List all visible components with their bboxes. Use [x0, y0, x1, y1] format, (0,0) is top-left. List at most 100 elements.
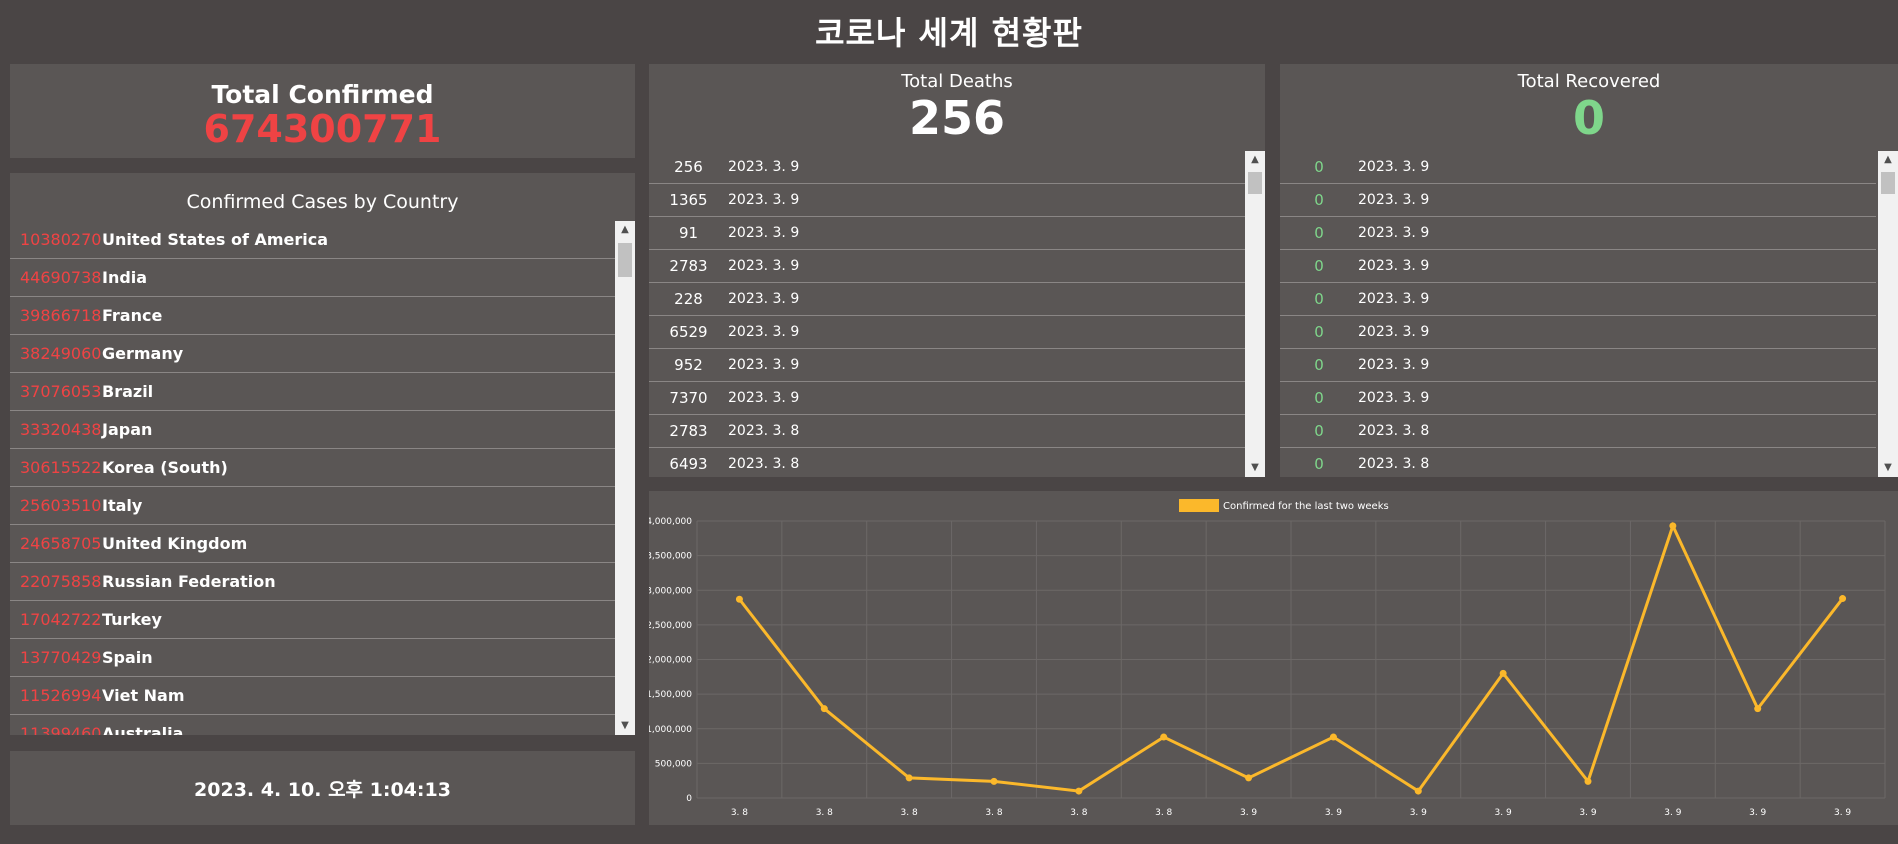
- country-name: Russian Federation: [102, 572, 276, 591]
- confirmed-line-chart: 0 500,000 1,000,000 1,500,000 2,000,000 2,500…: [649, 499, 1886, 818]
- deaths-value: 91: [678, 224, 699, 242]
- recovered-date: 2023. 3. 9: [1358, 324, 1430, 340]
- datetime-panel: 2023. 4. 10. 오후 1:04:13: [10, 751, 635, 825]
- legend-label: Confirmed for the last two weeks: [1223, 501, 1389, 512]
- recovered-row: 0 2023. 3. 9: [1280, 283, 1876, 316]
- x-tick-label: 3. 9: [1325, 808, 1342, 818]
- total-confirmed-panel: Total Confirmed 674300771: [10, 64, 635, 158]
- scroll-down-icon[interactable]: ▼: [1245, 459, 1265, 477]
- x-tick-label: 3. 9: [1664, 808, 1681, 818]
- recovered-list-scrollbar[interactable]: ▲ ▼: [1878, 151, 1898, 477]
- scroll-thumb[interactable]: [1881, 172, 1895, 194]
- x-tick-label: 3. 9: [1834, 808, 1851, 818]
- country-name: Spain: [102, 648, 153, 667]
- deaths-row: 952 2023. 3. 9: [649, 349, 1245, 382]
- data-point: [1075, 787, 1083, 795]
- y-tick-label: 1,500,000: [649, 690, 692, 700]
- scroll-up-icon[interactable]: ▲: [1878, 151, 1898, 169]
- deaths-row: 2783 2023. 3. 9: [649, 250, 1245, 283]
- country-row: 44690738 India: [10, 259, 615, 297]
- recovered-value: 0: [1314, 356, 1324, 374]
- recovered-row: 0 2023. 3. 9: [1280, 250, 1876, 283]
- recovered-row: 0 2023. 3. 8: [1280, 415, 1876, 448]
- country-count: 17042722: [20, 610, 101, 629]
- scroll-down-icon[interactable]: ▼: [615, 717, 635, 735]
- country-count: 38249060: [20, 344, 101, 363]
- deaths-date: 2023. 3. 9: [728, 225, 800, 241]
- deaths-list-scrollbar[interactable]: ▲ ▼: [1245, 151, 1265, 477]
- total-deaths-panel: Total Deaths 256 256 2023. 3. 9 1365 2023. …: [649, 64, 1265, 477]
- country-count: 39866718: [20, 306, 101, 325]
- country-list-scrollbar[interactable]: ▲ ▼: [615, 221, 635, 735]
- deaths-value: 6493: [669, 455, 708, 473]
- scroll-up-icon[interactable]: ▲: [615, 221, 635, 239]
- x-tick-label: 3. 8: [985, 808, 1002, 818]
- country-row: 13770429 Spain: [10, 639, 615, 677]
- deaths-date: 2023. 3. 9: [728, 159, 800, 175]
- deaths-value: 952: [674, 356, 703, 374]
- data-point: [990, 777, 998, 785]
- y-tick-label: 0: [686, 794, 692, 804]
- total-deaths-label: Total Deaths: [901, 71, 1013, 92]
- recovered-row: 0 2023. 3. 9: [1280, 349, 1876, 382]
- y-tick-label: 2,000,000: [649, 656, 692, 666]
- country-name: Viet Nam: [102, 686, 185, 705]
- data-point: [1329, 733, 1337, 741]
- x-tick-label: 3. 9: [1410, 808, 1427, 818]
- recovered-date: 2023. 3. 9: [1358, 192, 1430, 208]
- data-point: [1245, 774, 1253, 782]
- data-point: [735, 595, 743, 603]
- country-name: Italy: [102, 496, 143, 515]
- country-count: 25603510: [20, 496, 101, 515]
- y-tick-label: 500,000: [655, 759, 692, 769]
- x-tick-label: 3. 8: [1070, 808, 1087, 818]
- data-point: [1160, 733, 1168, 741]
- x-tick-label: 3. 9: [1240, 808, 1257, 818]
- total-recovered-panel: Total Recovered 0 0 2023. 3. 9 0 2023. 3. 9…: [1280, 64, 1898, 477]
- deaths-row: 256 2023. 3. 9: [649, 151, 1245, 184]
- scroll-down-icon[interactable]: ▼: [1878, 459, 1898, 477]
- country-list[interactable]: 103802702United States of America4469073…: [10, 221, 635, 735]
- country-row: 39866718 France: [10, 297, 615, 335]
- country-count: 11526994: [20, 686, 101, 705]
- country-name: United States of America: [102, 230, 329, 249]
- deaths-value: 256: [674, 158, 703, 176]
- scroll-thumb[interactable]: [618, 243, 632, 277]
- scroll-thumb[interactable]: [1248, 172, 1262, 194]
- confirmed-by-country-panel: Confirmed Cases by Country 103802702Unit…: [10, 173, 635, 735]
- deaths-value: 2783: [669, 257, 708, 275]
- recovered-row: 0 2023. 3. 9: [1280, 184, 1876, 217]
- deaths-list[interactable]: 256 2023. 3. 9 1365 2023. 3. 9 91 2023. 3. 92…: [649, 151, 1265, 477]
- deaths-row: 2783 2023. 3. 8: [649, 415, 1245, 448]
- country-name: Japan: [102, 420, 153, 439]
- country-row: 37076053 Brazil: [10, 373, 615, 411]
- country-name: France: [102, 306, 163, 325]
- confirmed-by-country-title: Confirmed Cases by Country: [186, 191, 459, 213]
- recovered-row: 0 2023. 3. 9: [1280, 382, 1876, 415]
- deaths-date: 2023. 3. 9: [728, 390, 800, 406]
- country-name: United Kingdom: [102, 534, 248, 553]
- country-row: 30615522 Korea (South): [10, 449, 615, 487]
- country-count: 22075858: [20, 572, 101, 591]
- country-name: Germany: [102, 344, 184, 363]
- deaths-value: 1365: [669, 191, 708, 209]
- deaths-date: 2023. 3. 8: [728, 456, 800, 472]
- deaths-row: 6493 2023. 3. 8: [649, 448, 1245, 477]
- x-tick-label: 3. 8: [1155, 808, 1172, 818]
- country-count: 13770429: [20, 648, 101, 667]
- deaths-date: 2023. 3. 9: [728, 291, 800, 307]
- x-tick-label: 3. 8: [816, 808, 833, 818]
- country-row: 24658705 United Kingdom: [10, 525, 615, 563]
- recovered-date: 2023. 3. 8: [1358, 456, 1430, 472]
- country-name: Brazil: [102, 382, 154, 401]
- scroll-up-icon[interactable]: ▲: [1245, 151, 1265, 169]
- recovered-row: 0 2023. 3. 9: [1280, 217, 1876, 250]
- data-point: [1414, 787, 1422, 795]
- recovered-list[interactable]: 0 2023. 3. 9 0 2023. 3. 9 0 2023. 3. 9 0 2023. …: [1280, 151, 1898, 477]
- country-count: 37076053: [20, 382, 101, 401]
- deaths-row: 228 2023. 3. 9: [649, 283, 1245, 316]
- recovered-value: 0: [1314, 158, 1324, 176]
- data-point: [905, 774, 913, 782]
- data-point: [1499, 669, 1507, 677]
- legend-swatch: [1179, 499, 1219, 512]
